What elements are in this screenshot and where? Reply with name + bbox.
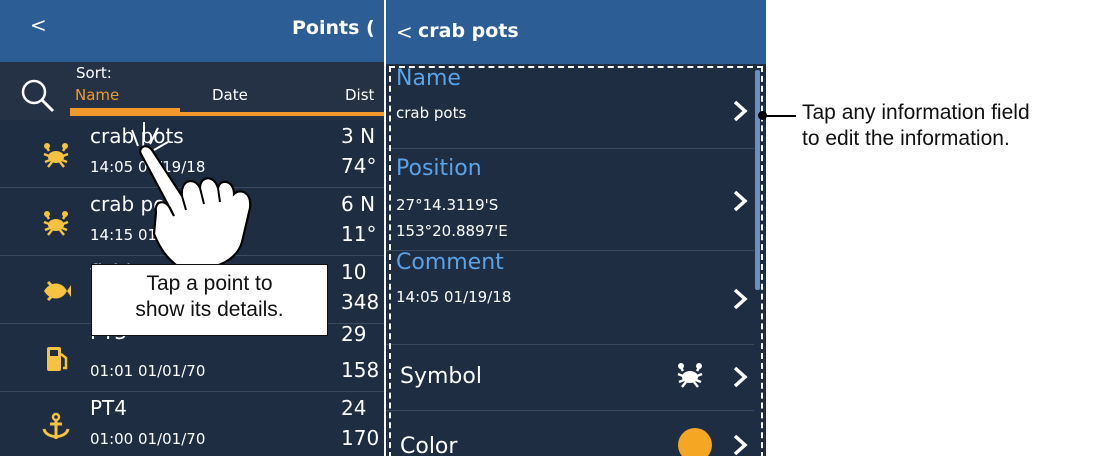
sort-tab-distance[interactable]: Dist [345, 86, 374, 104]
point-distance: 29 [341, 322, 367, 346]
sort-bar: Sort: Name Date Dist [0, 62, 384, 120]
back-button[interactable]: < [30, 14, 47, 36]
point-distance: 24 [341, 396, 367, 420]
back-button[interactable]: < [396, 20, 413, 44]
fuel-icon [47, 347, 68, 371]
crab-icon [43, 211, 69, 236]
points-list-panel: < Points ( Sort: Name Date Dist crab pot… [0, 0, 384, 456]
sort-tab-date[interactable]: Date [212, 86, 248, 104]
anchor-icon [42, 412, 70, 439]
detail-title: crab pots [418, 20, 519, 42]
point-distance: 10 [341, 260, 367, 284]
point-bearing: 348 [341, 290, 380, 314]
fish-icon [44, 280, 71, 302]
point-bearing: 158 [341, 358, 380, 382]
sort-label: Sort: [76, 64, 112, 82]
sort-tab-name[interactable]: Name [75, 86, 119, 104]
point-time: 01:00 01/01/70 [90, 430, 206, 448]
point-bearing: 170 [341, 426, 380, 450]
point-bearing: 74° [341, 154, 377, 178]
point-name: PT4 [90, 396, 128, 420]
list-item[interactable]: PT4 01:00 01/01/70 24 170 [0, 392, 384, 456]
crab-icon [43, 143, 69, 168]
annotation-text: Tap any information field to edit the in… [802, 101, 1030, 150]
callout-text: Tap a point to show its details. [135, 272, 284, 321]
detail-header: < crab pots [386, 0, 766, 64]
editable-fields-highlight [389, 66, 763, 458]
search-icon[interactable] [20, 78, 56, 114]
page-title: Points ( [292, 17, 375, 39]
point-time: 01:01 01/01/70 [90, 362, 206, 380]
tap-hand-icon [131, 122, 252, 270]
annotation-leader-line [766, 115, 796, 117]
callout-box: Tap a point to show its details. [91, 264, 328, 336]
sort-selected-indicator [70, 108, 180, 116]
points-header: < Points ( [0, 0, 384, 62]
point-distance: 6 N [341, 192, 376, 216]
point-bearing: 11° [341, 222, 377, 246]
point-distance: 3 N [341, 124, 376, 148]
